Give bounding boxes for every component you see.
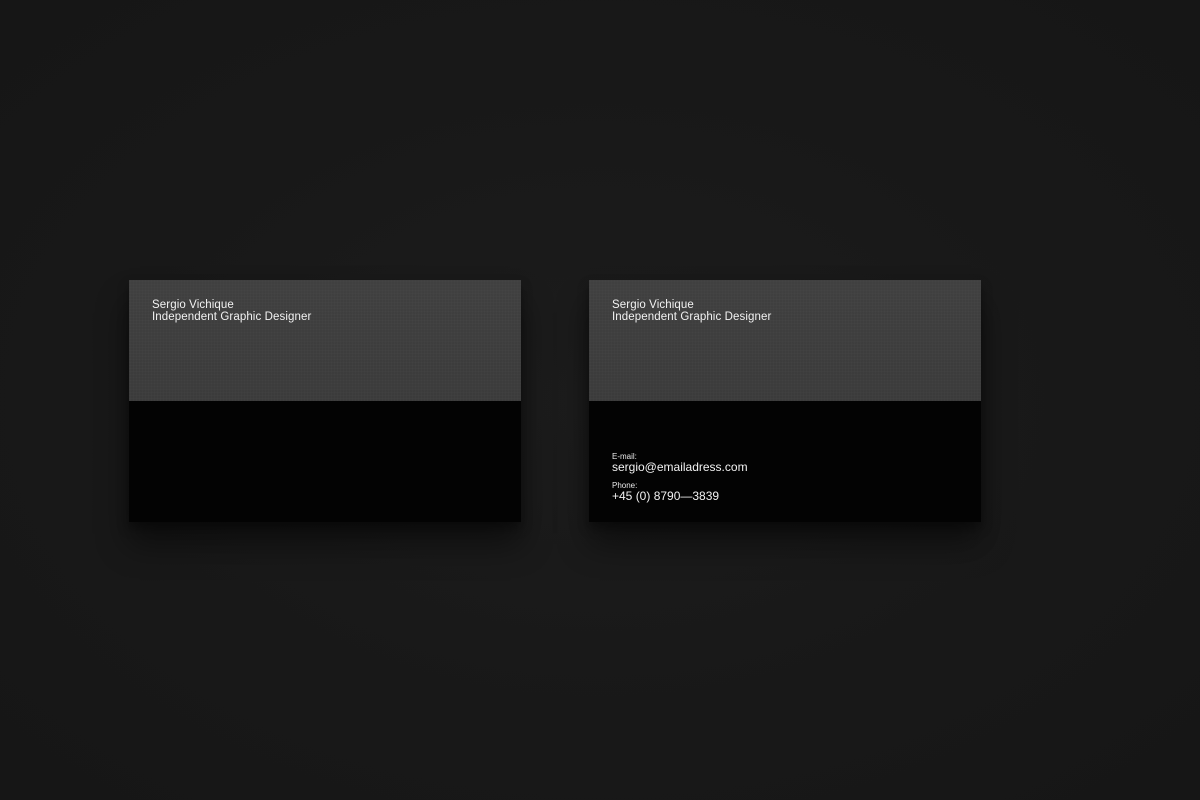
designer-name: Sergio Vichique bbox=[612, 299, 694, 311]
email-block: E-mail: sergio@emailadress.com bbox=[612, 452, 748, 474]
designer-title: Independent Graphic Designer bbox=[612, 310, 772, 323]
name-block: Sergio Vichique Independent Graphic Desi… bbox=[152, 299, 312, 323]
mockup-scene: Sergio Vichique Independent Graphic Desi… bbox=[0, 0, 1200, 800]
card-bottom-panel: E-mail: sergio@emailadress.com Phone: +4… bbox=[589, 401, 981, 522]
card-top-panel: Sergio Vichique Independent Graphic Desi… bbox=[589, 280, 981, 401]
card-top-panel: Sergio Vichique Independent Graphic Desi… bbox=[129, 280, 521, 401]
phone-block: Phone: +45 (0) 8790—3839 bbox=[612, 481, 719, 503]
business-card-back: Sergio Vichique Independent Graphic Desi… bbox=[589, 280, 981, 522]
business-card-front: Sergio Vichique Independent Graphic Desi… bbox=[129, 280, 521, 522]
card-bottom-panel bbox=[129, 401, 521, 522]
designer-name: Sergio Vichique bbox=[152, 299, 234, 311]
email-value: sergio@emailadress.com bbox=[612, 460, 748, 474]
name-block: Sergio Vichique Independent Graphic Desi… bbox=[612, 299, 772, 323]
phone-value: +45 (0) 8790—3839 bbox=[612, 489, 720, 503]
designer-title: Independent Graphic Designer bbox=[152, 310, 312, 323]
